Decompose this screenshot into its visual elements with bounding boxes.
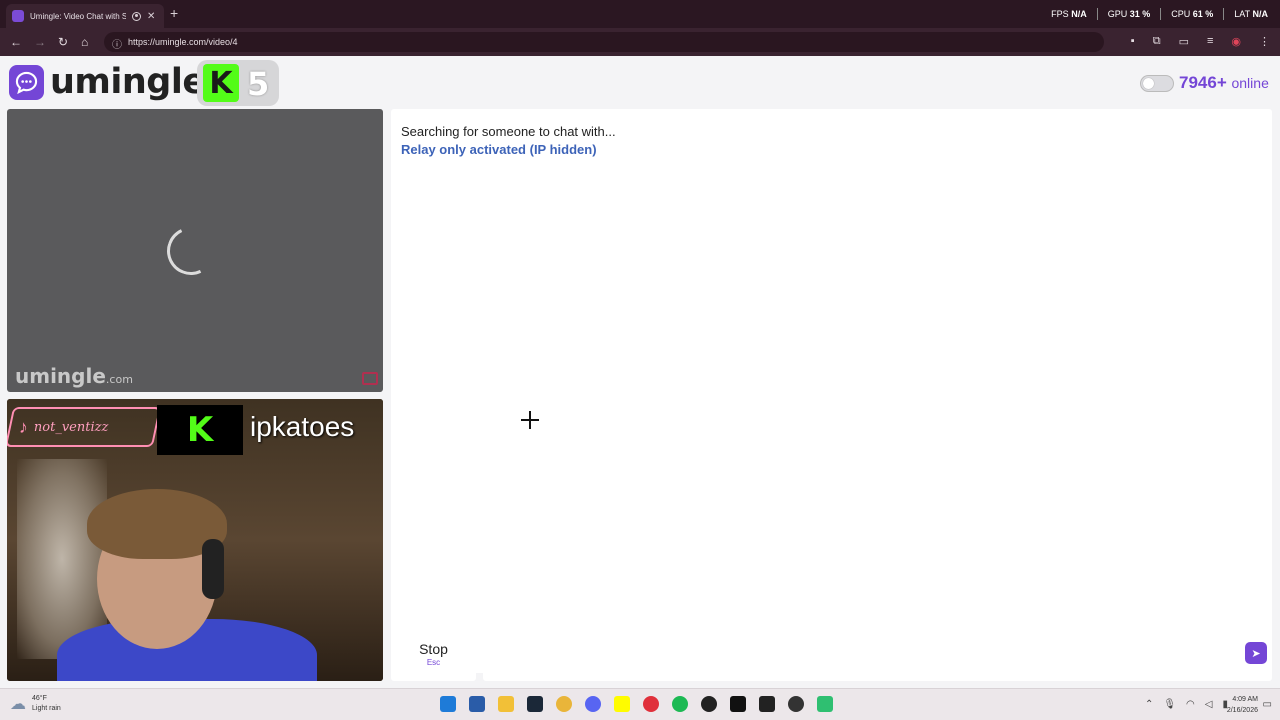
game-controller-icon[interactable]	[788, 696, 804, 712]
rockstar-icon[interactable]	[759, 696, 775, 712]
stop-button-label: Stop	[419, 641, 448, 657]
file-explorer-icon[interactable]	[498, 696, 514, 712]
tiktok-handle: not_ventizz	[34, 419, 109, 435]
gpu-readout: GPU 31 %	[1107, 9, 1151, 19]
back-icon[interactable]: ←	[10, 34, 22, 50]
weather-temp: 46°F	[32, 695, 47, 702]
steam-icon[interactable]	[527, 696, 543, 712]
obs-icon[interactable]	[701, 696, 717, 712]
url-text: https://umingle.com/video/4	[128, 37, 238, 47]
loading-spinner-icon	[160, 220, 222, 282]
chat-status-message: Searching for someone to chat with...	[401, 124, 616, 139]
kick-username: ipkatoes	[250, 411, 355, 442]
snapchat-icon[interactable]	[614, 696, 630, 712]
theme-toggle[interactable]	[1140, 75, 1174, 92]
browser-tab[interactable]: Umingle: Video Chat with S ✕	[6, 4, 164, 28]
volume-icon[interactable]: ◁	[1205, 699, 1213, 710]
taskbar-apps	[440, 696, 833, 712]
chrome-icon[interactable]	[556, 696, 572, 712]
send-icon: ➤	[1251, 647, 1261, 660]
reload-icon[interactable]: ↻	[58, 34, 68, 50]
kick-logo-icon: K	[186, 410, 214, 450]
extension-badge-icon[interactable]: ▪	[1131, 35, 1135, 48]
performance-overlay: FPS N/A GPU 31 % CPU 61 % LAT N/A	[1051, 8, 1268, 20]
site-info-icon[interactable]: ⓘ	[112, 36, 122, 51]
stop-button[interactable]: Stop Esc	[391, 625, 476, 681]
tab-title: Umingle: Video Chat with S	[30, 11, 126, 21]
video-watermark: umingle.com	[15, 364, 133, 388]
crosshair-cursor-icon	[521, 411, 539, 429]
clock-date: 2/16/2026	[1226, 707, 1258, 714]
address-bar[interactable]: ⓘ https://umingle.com/video/4	[104, 32, 1104, 52]
spotify-icon[interactable]	[672, 696, 688, 712]
extensions-icon[interactable]: ⧉	[1153, 35, 1161, 48]
stop-shortcut-hint: Esc	[426, 658, 441, 667]
browser-tabbar: Umingle: Video Chat with S ✕ + FPS N/A G…	[0, 0, 1280, 28]
message-input[interactable]	[483, 625, 1272, 681]
chat-relay-message: Relay only activated (IP hidden)	[401, 142, 597, 157]
system-tray: ⌃ 🎙 ◠ ◁ ▮	[1145, 699, 1228, 710]
lat-readout: LAT N/A	[1234, 9, 1268, 19]
kick-logo-icon: K	[203, 64, 239, 102]
profile-icon[interactable]: ◉	[1231, 35, 1241, 48]
task-view-icon[interactable]	[469, 696, 485, 712]
recording-icon	[132, 11, 141, 21]
cast-icon[interactable]: ▭	[1179, 35, 1189, 48]
kick-overlay-badge: K 5	[197, 60, 279, 106]
kick-overlay-logo: K	[157, 405, 243, 455]
toolbar-icons: ▪ ⧉ ▭ ≡ ◉ ⋮	[1131, 35, 1270, 48]
tab-close-icon[interactable]: ✕	[147, 11, 155, 22]
wifi-icon[interactable]: ◠	[1186, 699, 1195, 710]
send-button[interactable]: ➤	[1245, 642, 1267, 664]
umingle-favicon-icon	[12, 10, 24, 22]
notification-icon[interactable]: ▭	[1263, 699, 1272, 710]
opera-icon[interactable]	[643, 696, 659, 712]
forward-icon[interactable]: →	[34, 34, 46, 50]
microphone-icon[interactable]: 🎙	[1163, 699, 1176, 710]
online-counter: 7946+ online	[1179, 73, 1269, 93]
chat-log: Searching for someone to chat with... Re…	[391, 109, 1272, 673]
media-controls-icon[interactable]: ≡	[1207, 35, 1213, 48]
tiktok-overlay: ♪ not_ventizz	[7, 407, 162, 447]
weather-widget[interactable]: ☁ 46°F Light rain	[10, 694, 61, 714]
remote-video: umingle.com	[7, 109, 383, 392]
local-video: ♪ not_ventizz K ipkatoes	[7, 399, 383, 681]
taskbar-clock[interactable]: 4:09 AM 2/16/2026	[1227, 694, 1258, 716]
report-flag-icon[interactable]	[362, 372, 378, 385]
nvidia-icon[interactable]	[730, 696, 746, 712]
browser-toolbar: ← → ↻ ⌂ ⓘ https://umingle.com/video/4 ▪ …	[0, 28, 1280, 56]
online-count: 7946+	[1179, 73, 1227, 92]
online-label: online	[1231, 75, 1269, 91]
app-icon[interactable]	[817, 696, 833, 712]
windows-taskbar: ☁ 46°F Light rain ⌃ 🎙 ◠ ◁ ▮ 4:09 AM 2/16…	[0, 688, 1280, 720]
fps-readout: FPS N/A	[1051, 9, 1087, 19]
tiktok-icon: ♪	[19, 416, 28, 437]
discord-icon[interactable]	[585, 696, 601, 712]
umingle-page: umingle K 5 7946+ online umingle.com ♪ n…	[0, 56, 1280, 688]
umingle-logo-icon[interactable]	[9, 65, 44, 100]
clock-time: 4:09 AM	[1232, 696, 1258, 703]
home-icon[interactable]: ⌂	[81, 34, 88, 50]
cpu-readout: CPU 61 %	[1171, 9, 1214, 19]
rain-cloud-icon: ☁	[10, 696, 26, 713]
start-icon[interactable]	[440, 696, 456, 712]
menu-icon[interactable]: ⋮	[1259, 35, 1270, 48]
weather-desc: Light rain	[32, 705, 61, 712]
kick-badge-number: 5	[247, 65, 270, 103]
umingle-logo-text[interactable]: umingle	[50, 62, 206, 102]
chevron-up-icon[interactable]: ⌃	[1145, 699, 1153, 710]
new-tab-icon[interactable]: +	[170, 6, 178, 20]
